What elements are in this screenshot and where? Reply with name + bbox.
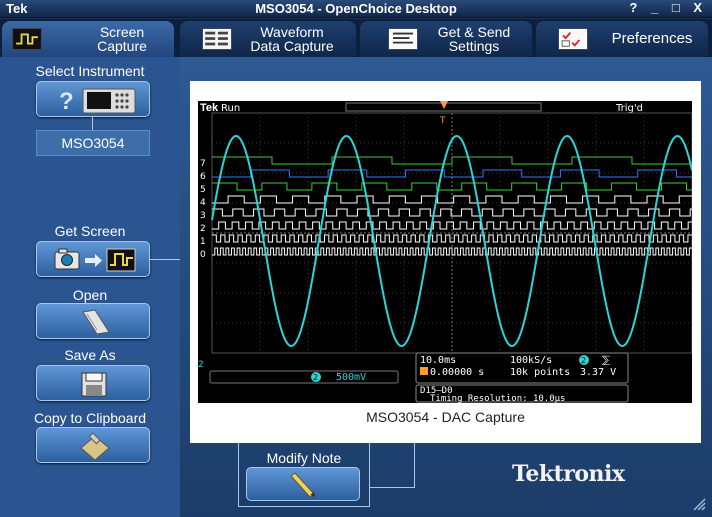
save-as-label: Save As — [64, 347, 116, 363]
timebase: 10.0ms — [420, 355, 456, 366]
window-controls: ? _ □ X — [623, 0, 704, 15]
digital-label-7: 7 — [200, 159, 206, 169]
tab-preferences[interactable]: Preferences — [536, 21, 708, 57]
trigger-slope-icon: ⅀ — [602, 355, 610, 366]
tab-get-send-settings[interactable]: Get & Send Settings — [360, 21, 532, 57]
tab-waveform-data-capture[interactable]: Waveform Data Capture — [180, 21, 356, 57]
digital-trace-7 — [212, 156, 692, 165]
tab-screen-capture-line2: Capture — [97, 38, 147, 54]
channel2-badge-label: 2 — [313, 373, 318, 382]
trigger-channel: 2 — [581, 356, 586, 365]
tab-get-send-line2: Settings — [448, 38, 500, 54]
record-length: 10k points — [510, 367, 570, 378]
tab-preferences-label: Preferences — [611, 30, 693, 47]
digital-trace-0 — [212, 247, 692, 256]
timing-resolution: Timing Resolution: 10.0µs — [430, 394, 565, 403]
open-button[interactable] — [36, 303, 150, 339]
tab-get-send-line1: Get & Send — [437, 24, 511, 40]
close-button[interactable]: X — [693, 0, 704, 15]
get-screen-button[interactable] — [36, 241, 150, 277]
scope-trigger-state: Trig'd — [615, 103, 643, 114]
digital-label-4: 4 — [200, 198, 206, 208]
main-area: Tek Run Trig'd T 7 6 5 4 3 2 1 0 2 500mV 2 10.0… — [180, 57, 712, 517]
trigger-position-icon — [420, 367, 428, 375]
floppy-disk-icon — [81, 372, 107, 397]
trigger-marker-label: T — [439, 116, 446, 126]
capture-page: Tek Run Trig'd T 7 6 5 4 3 2 1 0 2 500mV 2 10.0… — [190, 81, 701, 443]
note-connector — [370, 487, 414, 488]
resize-grip-icon[interactable] — [690, 495, 706, 511]
channel2-ground-marker: 2 — [198, 360, 204, 370]
open-label: Open — [72, 287, 108, 303]
maximize-button[interactable]: □ — [672, 0, 682, 15]
channel2-scale: 500mV — [336, 372, 366, 383]
sample-rate: 100kS/s — [510, 355, 552, 366]
scope-run-state: Run — [221, 103, 240, 114]
svg-text:?: ? — [59, 88, 74, 115]
save-as-button[interactable] — [36, 365, 150, 401]
title-bar: Tek MSO3054 - OpenChoice Desktop ? _ □ X — [0, 0, 712, 18]
trigger-position: 0.00000 s — [430, 367, 484, 378]
modify-note-label: Modify Note — [266, 450, 342, 466]
get-screen-label: Get Screen — [54, 223, 126, 239]
tab-bar: Screen Capture Waveform Data Capture Get… — [0, 19, 712, 57]
window-title: MSO3054 - OpenChoice Desktop — [255, 1, 457, 16]
trigger-level: 3.37 V — [580, 367, 616, 378]
digital-label-6: 6 — [200, 172, 206, 182]
tab-waveform-line2: Data Capture — [250, 38, 334, 54]
pencil-icon — [290, 472, 316, 498]
preferences-checklist-icon — [558, 28, 588, 50]
digital-channel-labels: 7 6 5 4 3 2 1 0 — [200, 159, 206, 260]
channel2-readout — [209, 370, 399, 384]
capture-caption: MSO3054 - DAC Capture — [366, 409, 525, 425]
open-folder-icon — [82, 309, 110, 335]
tab-waveform-line1: Waveform — [260, 24, 324, 40]
graticule — [211, 112, 692, 354]
clipboard-icon — [80, 432, 110, 461]
select-instrument-button[interactable]: ? — [36, 81, 150, 117]
tab-screen-capture[interactable]: Screen Capture — [2, 21, 174, 57]
minimize-button[interactable]: _ — [651, 0, 660, 15]
left-panel: Select Instrument ? MSO3054 Get Screen O… — [0, 57, 180, 517]
get-screen-connector — [150, 259, 180, 260]
copy-to-clipboard-label: Copy to Clipboard — [33, 410, 147, 426]
camera-to-screen-icon — [54, 248, 136, 272]
connector-line — [92, 117, 93, 130]
instrument-name: MSO3054 — [36, 130, 150, 156]
select-instrument-label: Select Instrument — [35, 63, 145, 79]
digital-label-3: 3 — [200, 211, 206, 221]
settings-doc-icon — [388, 28, 418, 50]
scope-brand: Tek — [200, 102, 219, 114]
digital-label-1: 1 — [200, 237, 206, 247]
help-button[interactable]: ? — [629, 0, 639, 15]
modify-note-button[interactable] — [246, 467, 360, 501]
tektronix-logo: Tektronix — [512, 461, 625, 487]
tab-screen-capture-line1: Screen — [99, 24, 145, 40]
waveform-data-icon — [202, 28, 232, 50]
note-connector-vertical — [414, 443, 415, 488]
digital-label-5: 5 — [200, 185, 206, 195]
copy-to-clipboard-button[interactable] — [36, 427, 150, 463]
digital-label-0: 0 — [200, 250, 206, 260]
digital-label-2: 2 — [200, 224, 206, 234]
oscilloscope-screen: Tek Run Trig'd T 7 6 5 4 3 2 1 0 2 500mV 2 10.0… — [198, 101, 692, 403]
instrument-icon: ? — [59, 88, 136, 115]
screen-capture-icon — [12, 28, 42, 50]
